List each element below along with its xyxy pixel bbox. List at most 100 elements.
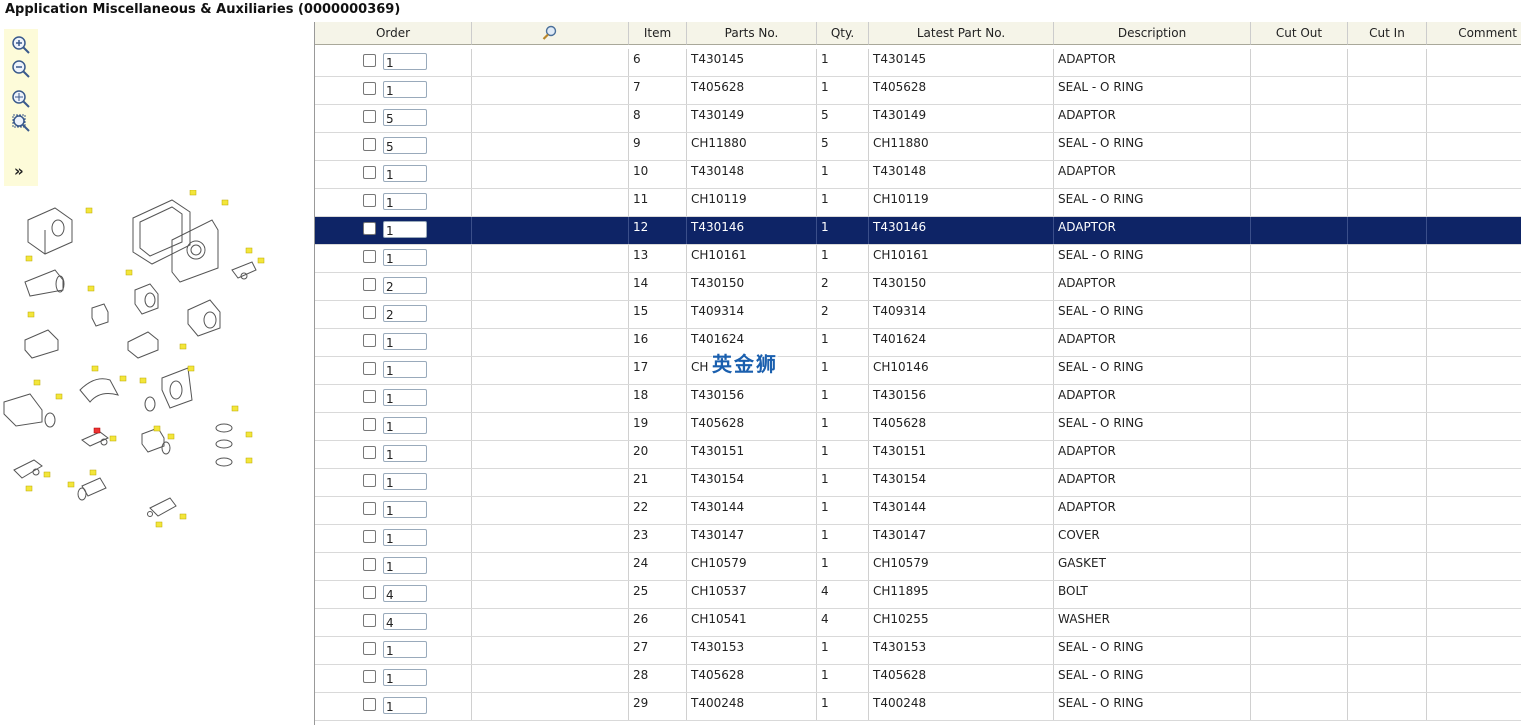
order-quantity-input[interactable] — [383, 585, 427, 602]
row-select-checkbox[interactable] — [363, 558, 376, 571]
zoom-out-icon[interactable] — [11, 59, 31, 79]
table-row[interactable]: i28T4056281T405628SEAL - O RING — [315, 665, 1521, 693]
row-select-checkbox[interactable] — [363, 54, 376, 67]
cut-out-cell — [1251, 49, 1348, 76]
row-select-checkbox[interactable] — [363, 222, 376, 235]
table-row[interactable]: iS13CH101611CH10161SEAL - O RING — [315, 245, 1521, 273]
latest-part-no-cell: CH10146 — [869, 357, 1054, 384]
order-quantity-input[interactable] — [383, 501, 427, 518]
exploded-parts-diagram[interactable] — [0, 190, 300, 530]
row-select-checkbox[interactable] — [363, 82, 376, 95]
table-row[interactable]: i12T4301461T430146ADAPTOR — [315, 217, 1521, 245]
row-select-checkbox[interactable] — [363, 278, 376, 291]
order-quantity-input[interactable] — [383, 641, 427, 658]
table-row[interactable]: i20T4301511T430151ADAPTOR — [315, 441, 1521, 469]
table-row[interactable]: i9CH118805CH11880SEAL - O RING — [315, 133, 1521, 161]
table-row[interactable]: i7T4056281T405628SEAL - O RING — [315, 77, 1521, 105]
table-row[interactable]: i17CH1CH10146SEAL - O RING — [315, 357, 1521, 385]
row-select-checkbox[interactable] — [363, 194, 376, 207]
row-select-checkbox[interactable] — [363, 390, 376, 403]
column-header-item[interactable]: Item — [629, 22, 687, 45]
order-quantity-input[interactable] — [383, 529, 427, 546]
row-select-checkbox[interactable] — [363, 138, 376, 151]
expand-panel-button[interactable]: » — [14, 162, 24, 180]
row-select-checkbox[interactable] — [363, 642, 376, 655]
order-quantity-input[interactable] — [383, 53, 427, 70]
row-select-checkbox[interactable] — [363, 530, 376, 543]
row-select-checkbox[interactable] — [363, 698, 376, 711]
table-row[interactable]: i26CH105414CH10255WASHER — [315, 609, 1521, 637]
item-cell: 19 — [629, 413, 687, 440]
table-row[interactable]: i24CH105791CH10579GASKET — [315, 553, 1521, 581]
table-row[interactable]: i22T4301441T430144ADAPTOR — [315, 497, 1521, 525]
cut-out-cell — [1251, 217, 1348, 244]
column-header-search[interactable] — [472, 22, 629, 45]
column-header-parts-no[interactable]: Parts No. — [687, 22, 817, 45]
zoom-area-icon[interactable] — [11, 113, 31, 133]
description-cell: ADAPTOR — [1054, 161, 1251, 188]
order-quantity-input[interactable] — [383, 389, 427, 406]
row-select-checkbox[interactable] — [363, 446, 376, 459]
order-quantity-input[interactable] — [383, 445, 427, 462]
column-header-cut-out[interactable]: Cut Out — [1251, 22, 1348, 45]
order-quantity-input[interactable] — [383, 249, 427, 266]
order-quantity-input[interactable] — [383, 277, 427, 294]
row-select-checkbox[interactable] — [363, 306, 376, 319]
row-select-checkbox[interactable] — [363, 474, 376, 487]
row-select-checkbox[interactable] — [363, 586, 376, 599]
order-quantity-input[interactable] — [383, 305, 427, 322]
order-quantity-input[interactable] — [383, 613, 427, 630]
table-row[interactable]: i10T4301481T430148ADAPTOR — [315, 161, 1521, 189]
column-header-qty[interactable]: Qty. — [817, 22, 869, 45]
zoom-fit-icon[interactable] — [11, 89, 31, 109]
table-row[interactable]: i23T4301471T430147COVER — [315, 525, 1521, 553]
parts-no-cell: CH11880 — [687, 133, 817, 160]
row-select-checkbox[interactable] — [363, 670, 376, 683]
table-row[interactable]: i14T4301502T430150ADAPTOR — [315, 273, 1521, 301]
row-select-checkbox[interactable] — [363, 250, 376, 263]
table-row[interactable]: i8T4301495T430149ADAPTOR — [315, 105, 1521, 133]
order-quantity-input[interactable] — [383, 221, 427, 238]
column-header-comment[interactable]: Comment — [1427, 22, 1521, 45]
order-quantity-input[interactable] — [383, 165, 427, 182]
item-cell: 10 — [629, 161, 687, 188]
table-row[interactable]: i16T4016241T401624ADAPTOR — [315, 329, 1521, 357]
order-quantity-input[interactable] — [383, 81, 427, 98]
order-quantity-input[interactable] — [383, 137, 427, 154]
row-select-checkbox[interactable] — [363, 334, 376, 347]
row-select-checkbox[interactable] — [363, 418, 376, 431]
zoom-in-icon[interactable] — [11, 35, 31, 55]
order-quantity-input[interactable] — [383, 109, 427, 126]
column-header-latest-part-no[interactable]: Latest Part No. — [869, 22, 1054, 45]
order-quantity-input[interactable] — [383, 473, 427, 490]
order-quantity-input[interactable] — [383, 333, 427, 350]
table-row[interactable]: i27T4301531T430153SEAL - O RING — [315, 637, 1521, 665]
table-row[interactable]: i6T4301451T430145ADAPTOR — [315, 49, 1521, 77]
row-select-checkbox[interactable] — [363, 502, 376, 515]
cut-out-cell — [1251, 77, 1348, 104]
table-row[interactable]: i18T4301561T430156ADAPTOR — [315, 385, 1521, 413]
table-row[interactable]: i29T4002481T400248SEAL - O RING — [315, 693, 1521, 721]
order-quantity-input[interactable] — [383, 669, 427, 686]
order-quantity-input[interactable] — [383, 417, 427, 434]
table-row[interactable]: i19T4056281T405628SEAL - O RING — [315, 413, 1521, 441]
action-icons-cell: i — [472, 301, 629, 328]
column-header-cut-in[interactable]: Cut In — [1348, 22, 1427, 45]
order-quantity-input[interactable] — [383, 557, 427, 574]
table-row[interactable]: i25CH105374CH11895BOLT — [315, 581, 1521, 609]
order-quantity-input[interactable] — [383, 361, 427, 378]
table-row[interactable]: i11CH101191CH10119SEAL - O RING — [315, 189, 1521, 217]
column-header-description[interactable]: Description — [1054, 22, 1251, 45]
search-icon[interactable] — [542, 25, 558, 41]
row-select-checkbox[interactable] — [363, 166, 376, 179]
table-row[interactable]: i21T4301541T430154ADAPTOR — [315, 469, 1521, 497]
cut-out-cell — [1251, 581, 1348, 608]
order-quantity-input[interactable] — [383, 697, 427, 714]
table-row[interactable]: i15T4093142T409314SEAL - O RING — [315, 301, 1521, 329]
item-cell: 27 — [629, 637, 687, 664]
column-header-order[interactable]: Order — [315, 22, 472, 45]
row-select-checkbox[interactable] — [363, 110, 376, 123]
order-quantity-input[interactable] — [383, 193, 427, 210]
row-select-checkbox[interactable] — [363, 614, 376, 627]
row-select-checkbox[interactable] — [363, 362, 376, 375]
